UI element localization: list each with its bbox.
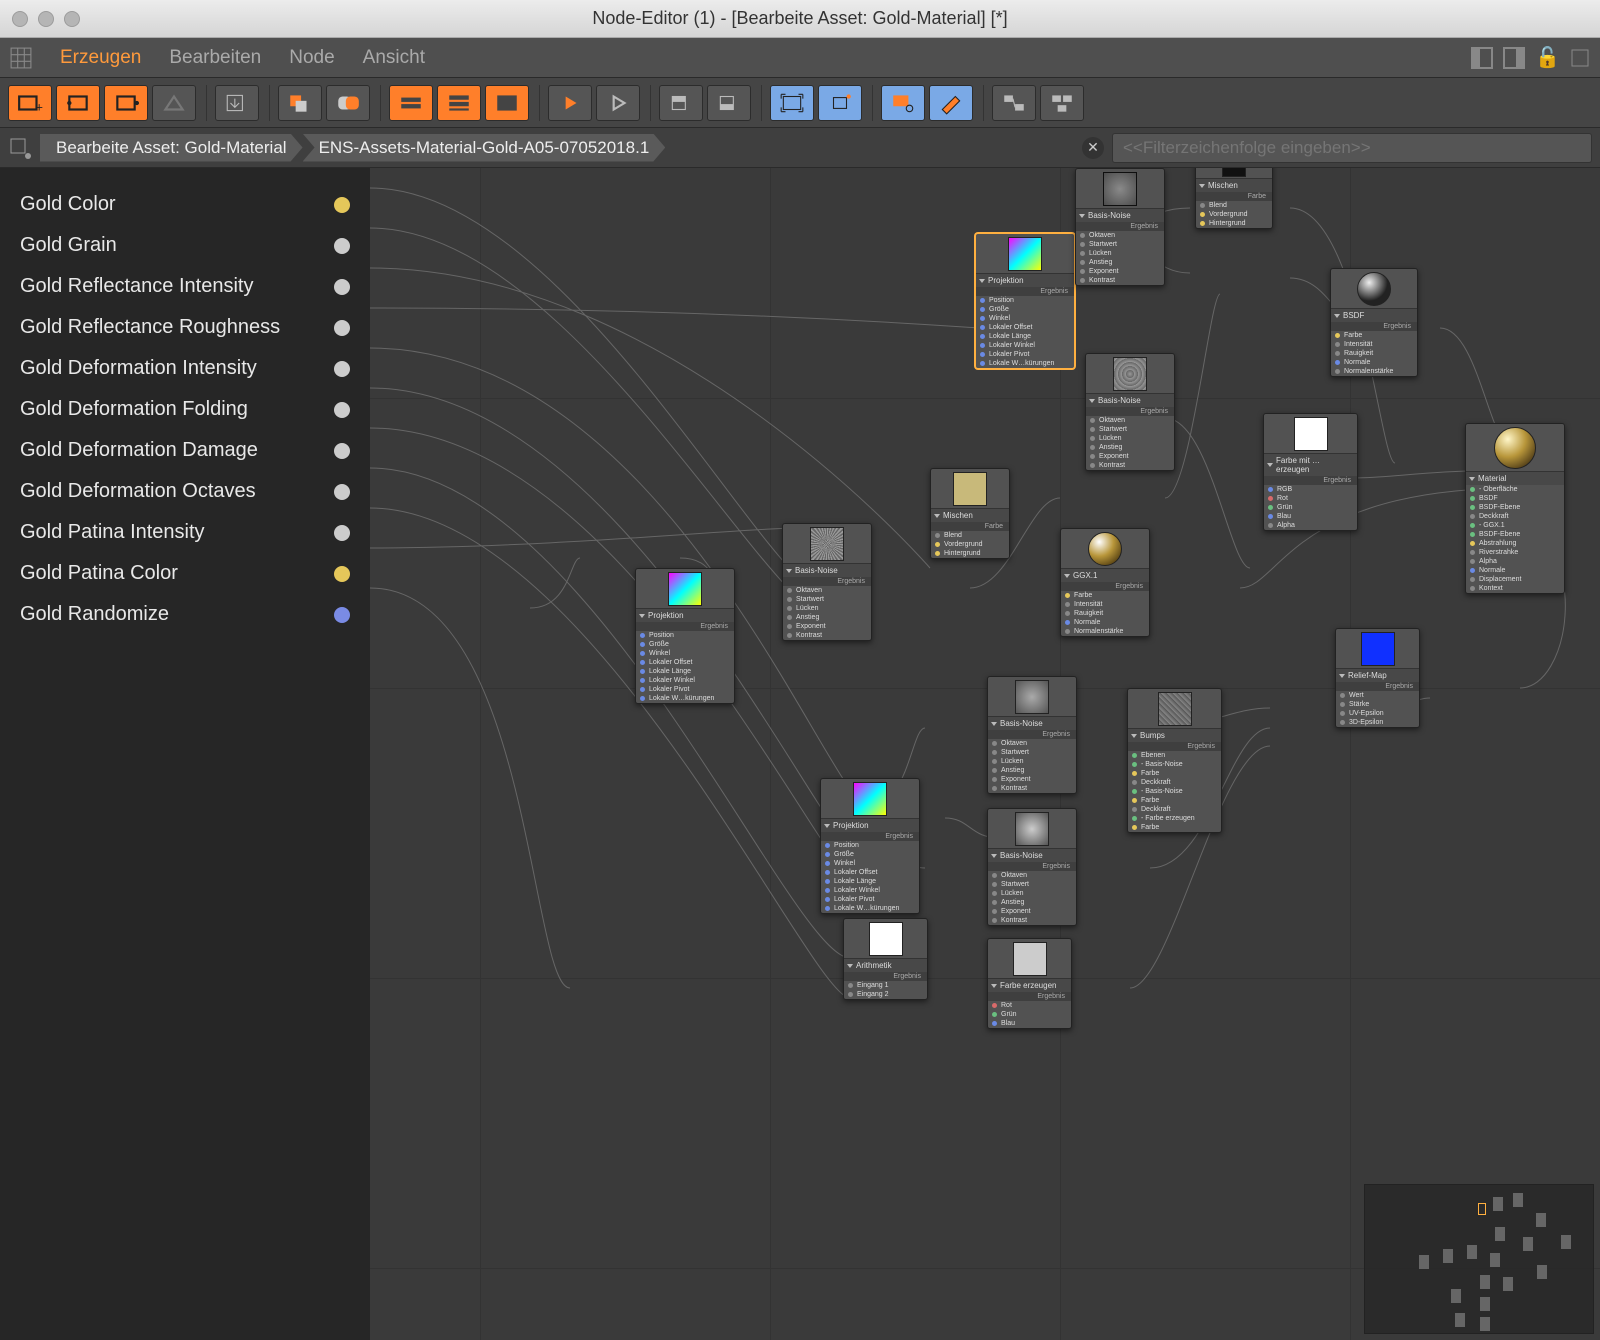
param-gold-reflectance-intensity[interactable]: Gold Reflectance Intensity: [20, 266, 350, 307]
window-title: Node-Editor (1) - [Bearbeite Asset: Gold…: [0, 8, 1600, 29]
tool-collapse-1[interactable]: [659, 85, 703, 121]
window-titlebar: Node-Editor (1) - [Bearbeite Asset: Gold…: [0, 0, 1600, 38]
menu-erzeugen[interactable]: Erzeugen: [60, 47, 141, 69]
tool-align-2[interactable]: [437, 85, 481, 121]
settings-icon[interactable]: [1570, 48, 1590, 68]
tool-preview[interactable]: [881, 85, 925, 121]
tool-node-in[interactable]: [56, 85, 100, 121]
tool-layers-1[interactable]: [278, 85, 322, 121]
menu-bearbeiten[interactable]: Bearbeiten: [169, 47, 261, 69]
node-basisnoise-2[interactable]: Basis-Noise Ergebnis Oktaven Startwert L…: [1085, 353, 1175, 471]
tool-align-1[interactable]: [389, 85, 433, 121]
menu-node[interactable]: Node: [289, 47, 334, 69]
node-mischen-2[interactable]: Mischen Farbe Blend Vordergrund Hintergr…: [930, 468, 1010, 559]
tool-play[interactable]: [548, 85, 592, 121]
node-basisnoise-4[interactable]: Basis-Noise Ergebnis Oktaven Startwert L…: [987, 676, 1077, 794]
breadcrumb-2[interactable]: ENS-Assets-Material-Gold-A05-07052018.1: [303, 134, 666, 162]
node-projektion-2[interactable]: Projektion Ergebnis Position Größe Winke…: [635, 568, 735, 704]
tool-align-3[interactable]: [485, 85, 529, 121]
node-mischen-1[interactable]: Mischen Farbe Blend Vordergrund Hintergr…: [1195, 168, 1273, 229]
minimize-icon[interactable]: [38, 11, 54, 27]
param-gold-deformation-folding[interactable]: Gold Deformation Folding: [20, 389, 350, 430]
zoom-icon[interactable]: [64, 11, 80, 27]
menu-ansicht[interactable]: Ansicht: [363, 47, 425, 69]
filter-input[interactable]: [1112, 133, 1592, 163]
grid-icon[interactable]: [10, 47, 32, 69]
node-arithmetik[interactable]: Arithmetik Ergebnis Eingang 1 Eingang 2: [843, 918, 928, 1000]
parameter-sidebar: Gold Color Gold Grain Gold Reflectance I…: [0, 168, 370, 1340]
tool-triangle[interactable]: [152, 85, 196, 121]
param-gold-deformation-octaves[interactable]: Gold Deformation Octaves: [20, 471, 350, 512]
node-basisnoise-5[interactable]: Basis-Noise Ergebnis Oktaven Startwert L…: [987, 808, 1077, 926]
node-root-icon[interactable]: [8, 136, 32, 160]
node-projektion-1[interactable]: Projektion Ergebnis Position Größe Winke…: [975, 233, 1075, 369]
node-graph[interactable]: Projektion Ergebnis Position Größe Winke…: [370, 168, 1600, 1340]
node-bumps[interactable]: Bumps Ergebnis Ebenen - Basis-Noise Farb…: [1127, 688, 1222, 833]
panel-right-icon[interactable]: [1503, 47, 1525, 69]
node-ggx1[interactable]: GGX.1 Ergebnis Farbe Intensität Rauigkei…: [1060, 528, 1150, 637]
node-farbe-erzeugen[interactable]: Farbe erzeugen Ergebnis Rot Grün Blau: [987, 938, 1072, 1029]
clear-filter-icon[interactable]: ✕: [1082, 137, 1104, 159]
param-gold-randomize[interactable]: Gold Randomize: [20, 594, 350, 635]
param-gold-patina-color[interactable]: Gold Patina Color: [20, 553, 350, 594]
tool-add-node[interactable]: +: [8, 85, 52, 121]
tool-layers-2[interactable]: [326, 85, 370, 121]
tool-frame-2[interactable]: [818, 85, 862, 121]
param-gold-deformation-intensity[interactable]: Gold Deformation Intensity: [20, 348, 350, 389]
panel-left-icon[interactable]: [1471, 47, 1493, 69]
breadcrumb-1[interactable]: Bearbeite Asset: Gold-Material: [40, 134, 303, 162]
tool-collapse-2[interactable]: [707, 85, 751, 121]
close-icon[interactable]: [12, 11, 28, 27]
node-reliefmap[interactable]: Relief-Map Ergebnis Wert Stärke UV-Epsil…: [1335, 628, 1420, 728]
toolbar: +: [0, 78, 1600, 128]
tool-frame-1[interactable]: [770, 85, 814, 121]
param-gold-color[interactable]: Gold Color: [20, 184, 350, 225]
tool-node-out[interactable]: [104, 85, 148, 121]
node-projektion-3[interactable]: Projektion Ergebnis Position Größe Winke…: [820, 778, 920, 914]
param-gold-grain[interactable]: Gold Grain: [20, 225, 350, 266]
tool-play-outline[interactable]: [596, 85, 640, 121]
node-basisnoise-3[interactable]: Basis-Noise Ergebnis Oktaven Startwert L…: [782, 523, 872, 641]
tool-brush[interactable]: [929, 85, 973, 121]
param-gold-patina-intensity[interactable]: Gold Patina Intensity: [20, 512, 350, 553]
traffic-lights: [12, 11, 80, 27]
param-gold-reflectance-roughness[interactable]: Gold Reflectance Roughness: [20, 307, 350, 348]
tool-snap-1[interactable]: [992, 85, 1036, 121]
node-farbe-mit[interactable]: Farbe mit … erzeugen Ergebnis RGB Rot Gr…: [1263, 413, 1358, 531]
breadcrumb-bar: Bearbeite Asset: Gold-Material ENS-Asset…: [0, 128, 1600, 168]
node-material[interactable]: Material - Oberfläche BSDF BSDF-Ebene De…: [1465, 423, 1565, 594]
node-bsdf[interactable]: BSDF Ergebnis Farbe Intensität Rauigkeit…: [1330, 268, 1418, 377]
param-gold-deformation-damage[interactable]: Gold Deformation Damage: [20, 430, 350, 471]
menu-bar: Erzeugen Bearbeiten Node Ansicht 🔓: [0, 38, 1600, 78]
tool-import[interactable]: [215, 85, 259, 121]
tool-snap-2[interactable]: [1040, 85, 1084, 121]
svg-text:+: +: [35, 99, 43, 114]
lock-icon[interactable]: 🔓: [1535, 45, 1560, 70]
node-basisnoise-1[interactable]: Basis-Noise Ergebnis Oktaven Startwert L…: [1075, 168, 1165, 286]
minimap[interactable]: [1364, 1184, 1594, 1334]
